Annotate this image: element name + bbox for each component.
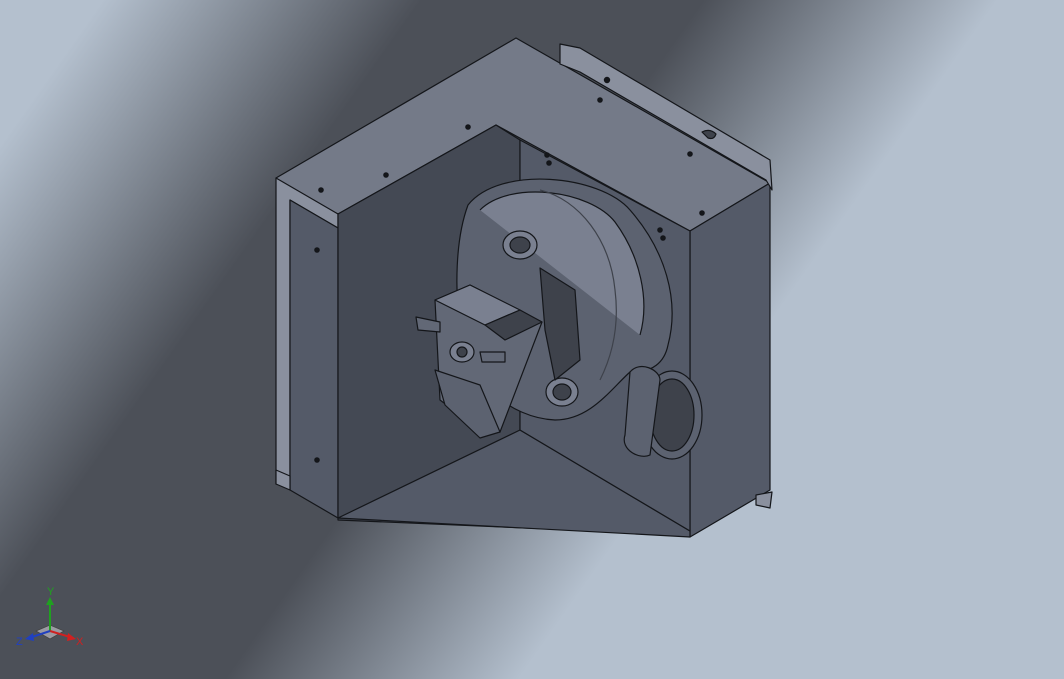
- left-panel: [289, 199, 339, 519]
- x-axis-label: X: [76, 636, 84, 648]
- motor-bracket-right: [479, 351, 506, 363]
- y-axis-arrow: [46, 597, 54, 605]
- motor-shaft-center: [456, 346, 468, 358]
- x-axis-arrow: [67, 633, 76, 641]
- z-axis-arrow: [25, 633, 34, 641]
- lower-boss-hole: [552, 383, 572, 401]
- orientation-triad: Y X Z: [16, 586, 84, 648]
- model-view[interactable]: [0, 0, 1064, 679]
- y-axis-label: Y: [47, 586, 55, 598]
- bottom-clip-right: [755, 491, 773, 509]
- graphics-viewport[interactable]: Y X Z: [0, 0, 1064, 679]
- z-axis-label: Z: [16, 636, 23, 648]
- upper-boss-hole: [509, 236, 531, 254]
- right-panel: [689, 182, 771, 538]
